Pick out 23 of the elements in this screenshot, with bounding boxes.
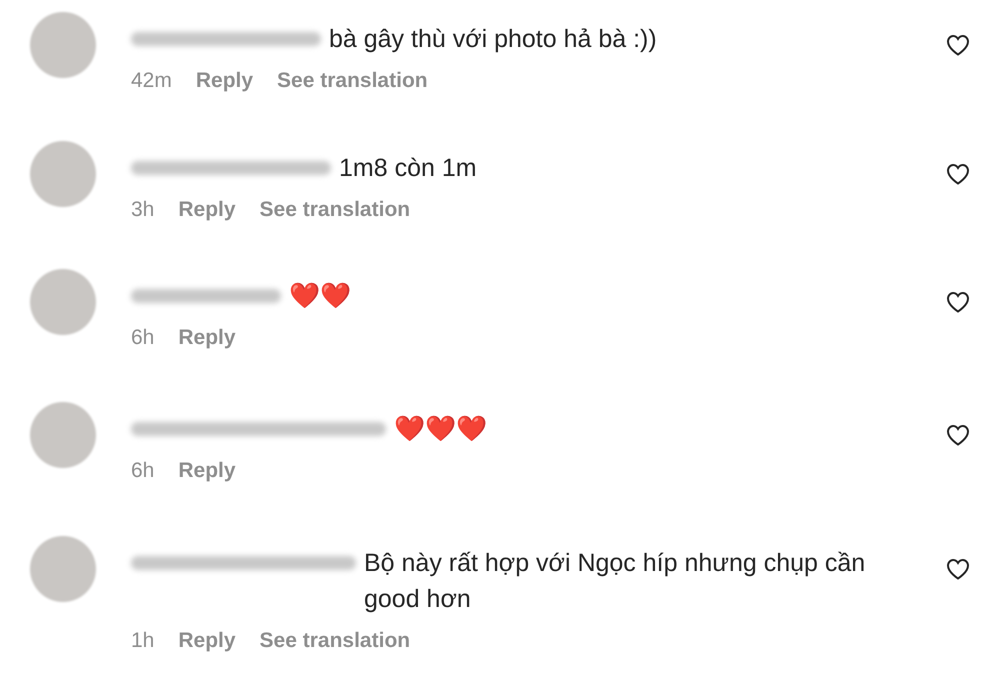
- comment-text: bà gây thù với photo hả bà :)): [329, 24, 657, 55]
- comment-time: 1h: [131, 628, 154, 654]
- heart-icon[interactable]: [946, 34, 970, 56]
- comment-time: 6h: [131, 458, 154, 484]
- comment-time: 3h: [131, 197, 154, 223]
- see-translation-link[interactable]: See translation: [260, 628, 410, 654]
- comment-text: 1m8 còn 1m: [339, 153, 477, 184]
- heart-icon[interactable]: [946, 424, 970, 446]
- see-translation-link[interactable]: See translation: [260, 197, 410, 223]
- see-translation-link[interactable]: See translation: [277, 68, 428, 94]
- reply-link[interactable]: Reply: [178, 628, 236, 654]
- reply-link[interactable]: Reply: [178, 325, 236, 351]
- heart-icon[interactable]: [946, 163, 970, 185]
- reply-link[interactable]: Reply: [196, 68, 254, 94]
- heart-icon[interactable]: [946, 291, 970, 313]
- comment-time: 42m: [131, 68, 172, 94]
- reply-link[interactable]: Reply: [178, 458, 236, 484]
- comment-time: 6h: [131, 325, 154, 351]
- comment-text: Bộ này rất hợp với Ngọc híp nhưng chụp cần good hơn: [364, 548, 866, 615]
- comment-text: ❤❤❤: [394, 414, 487, 445]
- heart-icon[interactable]: [946, 558, 970, 580]
- comment-text: ❤❤: [289, 281, 351, 312]
- reply-link[interactable]: Reply: [178, 197, 236, 223]
